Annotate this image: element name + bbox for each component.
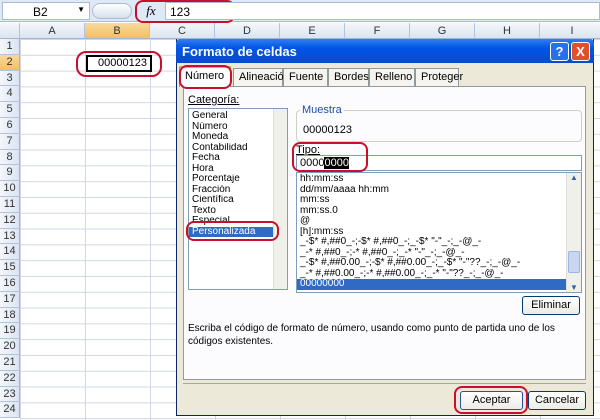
format-item[interactable]: _-* #,##0.00_-;-* #,##0.00_-;_-* "-"??_-… <box>297 269 567 280</box>
column-header-E[interactable]: E <box>280 23 345 39</box>
column-header-I[interactable]: I <box>540 23 600 39</box>
format-item[interactable]: _-$* #,##0_-;-$* #,##0_-;_-$* "-"_-;_-@_… <box>297 237 567 248</box>
row-header-19[interactable]: 19 <box>0 323 20 340</box>
format-scrollbar[interactable]: ▲ ▼ <box>566 173 581 292</box>
tab-1[interactable]: Alineación <box>233 68 290 86</box>
row-header-11[interactable]: 11 <box>0 197 20 213</box>
format-item[interactable]: mm:ss.0 <box>297 206 567 217</box>
scroll-down-icon[interactable]: ▼ <box>567 283 581 292</box>
row-header-20[interactable]: 20 <box>0 339 20 355</box>
category-list[interactable]: General Número Moneda Contabilidad Fecha Hora… <box>188 108 288 290</box>
row-header-2[interactable]: 2 <box>0 54 20 71</box>
tab-4[interactable]: Relleno <box>369 68 415 86</box>
description-text: Escriba el código de formato de número, … <box>188 323 555 347</box>
row-header-23[interactable]: 23 <box>0 386 20 403</box>
category-item[interactable]: Texto <box>189 206 273 217</box>
close-button[interactable]: X <box>571 42 590 61</box>
highlight-tab <box>179 65 232 89</box>
category-item[interactable]: Fecha <box>189 153 273 164</box>
category-label: Categoría: <box>188 94 240 106</box>
format-item[interactable]: [h]:mm:ss <box>297 227 567 238</box>
dialog-title: Formato de celdas <box>176 38 594 63</box>
format-item[interactable]: 00000000 <box>297 279 567 290</box>
sample-label: Muestra <box>300 104 344 116</box>
row-header-9[interactable]: 9 <box>0 165 20 182</box>
format-item[interactable]: @ <box>297 216 567 227</box>
name-box-value: B2 <box>33 5 48 19</box>
name-box[interactable]: B2 ▼ <box>2 2 90 20</box>
delete-button[interactable]: Eliminar <box>522 296 580 315</box>
column-header-A[interactable]: A <box>20 23 85 39</box>
column-header-H[interactable]: H <box>475 23 540 39</box>
highlight-category <box>186 221 279 241</box>
column-header-B[interactable]: B <box>85 23 150 39</box>
help-button[interactable]: ? <box>550 42 569 61</box>
chevron-down-icon[interactable]: ▼ <box>77 5 85 14</box>
row-header-18[interactable]: 18 <box>0 307 20 324</box>
row-header-8[interactable]: 8 <box>0 149 20 166</box>
scroll-up-icon[interactable]: ▲ <box>567 173 581 182</box>
row-header-7[interactable]: 7 <box>0 133 20 150</box>
row-header-1[interactable]: 1 <box>0 39 20 55</box>
column-header-F[interactable]: F <box>345 23 410 39</box>
tab-2[interactable]: Fuente <box>283 68 328 86</box>
column-header-G[interactable]: G <box>410 23 475 39</box>
row-header-10[interactable]: 10 <box>0 181 20 197</box>
category-scrollbar[interactable] <box>273 109 287 289</box>
splitter-handle[interactable] <box>92 3 132 19</box>
row-header-4[interactable]: 4 <box>0 86 20 103</box>
cancel-button[interactable]: Cancelar <box>528 391 586 410</box>
category-item[interactable]: Número <box>189 122 273 133</box>
sample-value: 00000123 <box>303 124 352 136</box>
row-header-21[interactable]: 21 <box>0 355 20 371</box>
format-item[interactable]: _-* #,##0_-;-* #,##0_-;_-* "-"_-;_-@_- <box>297 248 567 259</box>
row-header-14[interactable]: 14 <box>0 244 20 261</box>
format-item[interactable]: mm:ss <box>297 195 567 206</box>
category-item[interactable]: Contabilidad <box>189 143 273 154</box>
row-header-17[interactable]: 17 <box>0 291 20 308</box>
category-item[interactable]: Porcentaje <box>189 174 273 185</box>
format-item[interactable]: _-$* #,##0.00_-;-$* #,##0.00_-;_-$* "-"?… <box>297 258 567 269</box>
category-item[interactable]: Científica <box>189 195 273 206</box>
tab-3[interactable]: Bordes <box>328 68 369 86</box>
category-item[interactable]: Fracción <box>189 185 273 196</box>
row-header-24[interactable]: 24 <box>0 402 20 419</box>
tab-5[interactable]: Proteger <box>415 68 463 86</box>
fx-icon[interactable]: fx <box>140 3 162 19</box>
select-all[interactable] <box>0 23 20 39</box>
format-list[interactable]: hh:mm:ss dd/mm/aaaa hh:mm mm:ss mm:ss.0 @ [h]… <box>296 172 582 293</box>
highlight-type <box>292 142 368 172</box>
column-header-C[interactable]: C <box>150 23 215 39</box>
highlight-ok <box>454 386 528 414</box>
highlight-cell <box>76 51 162 77</box>
row-header-3[interactable]: 3 <box>0 70 20 87</box>
separator <box>183 383 586 384</box>
scroll-thumb[interactable] <box>568 251 580 273</box>
row-header-12[interactable]: 12 <box>0 212 20 229</box>
category-item[interactable]: General <box>189 111 273 122</box>
category-item[interactable]: Hora <box>189 164 273 175</box>
row-header-16[interactable]: 16 <box>0 276 20 292</box>
row-header-22[interactable]: 22 <box>0 370 20 387</box>
row-header-6[interactable]: 6 <box>0 118 20 134</box>
format-item[interactable]: hh:mm:ss <box>297 174 567 185</box>
column-header-D[interactable]: D <box>215 23 280 39</box>
row-header-15[interactable]: 15 <box>0 260 20 276</box>
row-header-5[interactable]: 5 <box>0 102 20 118</box>
format-item[interactable]: dd/mm/aaaa hh:mm <box>297 185 567 196</box>
category-item[interactable]: Moneda <box>189 132 273 143</box>
row-header-13[interactable]: 13 <box>0 228 20 245</box>
formula-input[interactable]: 123 <box>165 2 600 20</box>
